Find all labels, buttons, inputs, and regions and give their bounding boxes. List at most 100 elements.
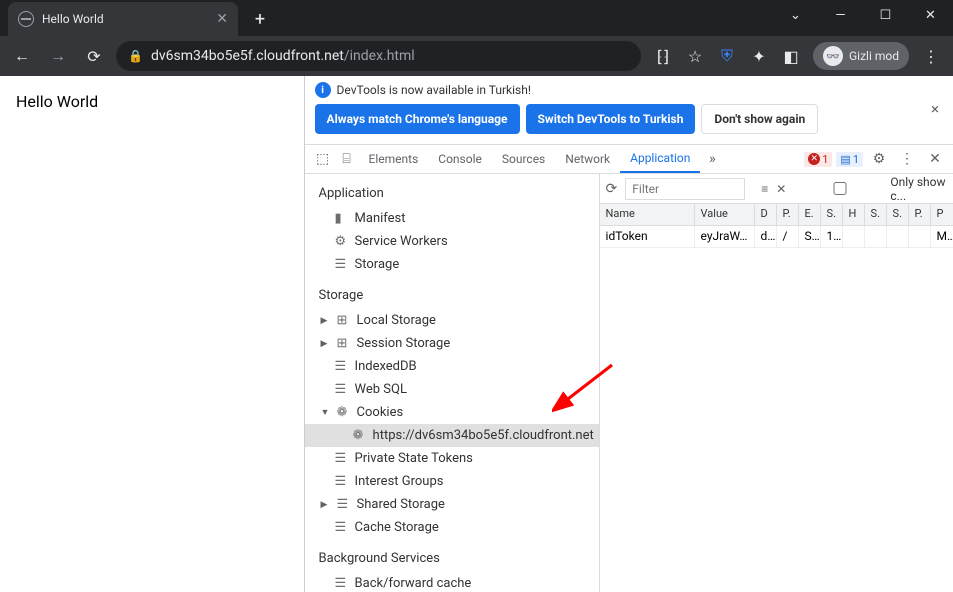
profile-label: Gizli mod [849, 49, 899, 63]
sidebar-storage[interactable]: ☰Storage [305, 253, 599, 276]
db-icon: ☰ [335, 520, 349, 535]
sidebar-cookie-origin[interactable]: ❁https://dv6sm34bo5e5f.cloudfront.net [305, 424, 599, 447]
page-content: Hello World [0, 76, 305, 592]
tab-title: Hello World [42, 12, 104, 26]
more-tabs-icon[interactable]: » [700, 151, 724, 167]
td-p2 [909, 226, 931, 247]
bookmark-icon[interactable]: ☆ [685, 46, 705, 66]
sidebar-back-forward[interactable]: ☰Back/forward cache [305, 572, 599, 592]
th-value[interactable]: Value [695, 204, 755, 225]
close-icon[interactable]: ✕ [908, 0, 953, 33]
section-bg-services: Background Services [305, 539, 599, 572]
arrow-icon: ▶ [321, 339, 331, 349]
kebab-icon[interactable]: ⋮ [895, 151, 919, 167]
cookies-panel: ⟳ ≡ ✕ Only show c... Name Value D P. E. … [600, 174, 953, 592]
always-match-button[interactable]: Always match Chrome's language [315, 104, 520, 134]
globe-icon [18, 11, 34, 27]
only-show-label: Only show c... [890, 175, 947, 203]
th-s3[interactable]: S. [887, 204, 909, 225]
error-badge[interactable]: ✕1 [804, 152, 832, 167]
dont-show-button[interactable]: Don't show again [701, 104, 818, 134]
shield-icon[interactable]: ⛨ [717, 46, 737, 66]
td-h [843, 226, 865, 247]
filter-icon[interactable]: ≡ [761, 182, 768, 196]
db-icon: ☰ [335, 382, 349, 397]
close-tab-icon[interactable]: ✕ [216, 11, 228, 27]
sidebar-private-state[interactable]: ☰Private State Tokens [305, 447, 599, 470]
section-application: Application [305, 174, 599, 207]
tab-network[interactable]: Network [555, 145, 620, 173]
lock-icon: 🔒 [128, 49, 143, 63]
tab-sources[interactable]: Sources [492, 145, 555, 173]
storage-icon: ⊞ [337, 313, 351, 328]
th-s[interactable]: S. [821, 204, 843, 225]
chevron-down-icon[interactable]: ⌄ [773, 0, 818, 33]
forward-button[interactable]: → [44, 42, 72, 70]
inspect-icon[interactable]: ⬚ [311, 151, 335, 167]
th-d[interactable]: D [755, 204, 777, 225]
new-tab-button[interactable]: + [246, 5, 274, 33]
section-storage: Storage [305, 276, 599, 309]
switch-devtools-button[interactable]: Switch DevTools to Turkish [526, 104, 696, 134]
translate-icon[interactable]: ⁅⁆ [653, 46, 673, 66]
th-name[interactable]: Name [600, 204, 695, 225]
refresh-icon[interactable]: ⟳ [606, 181, 618, 197]
address-bar[interactable]: 🔒 dv6sm34bo5e5f.cloudfront.net/index.htm… [116, 41, 641, 71]
browser-tab[interactable]: Hello World ✕ [8, 2, 238, 36]
th-p[interactable]: P. [777, 204, 799, 225]
message-badge[interactable]: ▤1 [836, 152, 863, 167]
sidebar-cookies[interactable]: ▼❁Cookies [305, 401, 599, 424]
banner-text: DevTools is now available in Turkish! [337, 83, 531, 97]
incognito-icon: 👓 [823, 46, 843, 66]
db-icon: ☰ [335, 359, 349, 374]
sidebar-indexeddb[interactable]: ☰IndexedDB [305, 355, 599, 378]
storage-icon: ⊞ [337, 336, 351, 351]
extensions-icon[interactable]: ✦ [749, 46, 769, 66]
side-panel-icon[interactable]: ◧ [781, 46, 801, 66]
th-s2[interactable]: S. [865, 204, 887, 225]
banner-close-icon[interactable]: × [931, 100, 939, 118]
arrow-icon: ▶ [321, 500, 331, 510]
db-icon: ☰ [337, 497, 351, 512]
window-controls: ⌄ — ☐ ✕ [773, 0, 953, 33]
only-show-checkbox[interactable] [794, 182, 886, 195]
clear-icon[interactable]: ✕ [776, 182, 786, 196]
gear-icon: ⚙ [335, 234, 349, 249]
tab-elements[interactable]: Elements [359, 145, 429, 173]
td-s3 [887, 226, 909, 247]
td-p3: M. [931, 226, 953, 247]
reload-button[interactable]: ⟳ [80, 42, 108, 70]
sidebar-websql[interactable]: ☰Web SQL [305, 378, 599, 401]
sidebar-shared-storage[interactable]: ▶☰Shared Storage [305, 493, 599, 516]
storage-icon: ☰ [335, 257, 349, 272]
table-row[interactable]: idToken eyJraW... d. / S... 1. M. [600, 226, 953, 248]
sidebar-local-storage[interactable]: ▶⊞Local Storage [305, 309, 599, 332]
gear-icon[interactable]: ⚙ [867, 151, 891, 167]
sidebar-service-workers[interactable]: ⚙Service Workers [305, 230, 599, 253]
back-button[interactable]: ← [8, 42, 36, 70]
devtools-close-icon[interactable]: ✕ [923, 151, 947, 167]
th-h[interactable]: H [843, 204, 865, 225]
devtools-tabbar: ⬚ ⌸ Elements Console Sources Network App… [305, 144, 953, 174]
th-p3[interactable]: P [931, 204, 953, 225]
sidebar-interest-groups[interactable]: ☰Interest Groups [305, 470, 599, 493]
info-icon: i [315, 82, 331, 98]
device-toggle-icon[interactable]: ⌸ [335, 151, 359, 167]
profile-chip[interactable]: 👓 Gizli mod [813, 42, 909, 70]
sidebar-manifest[interactable]: ▮Manifest [305, 207, 599, 230]
tab-application[interactable]: Application [620, 145, 700, 173]
maximize-icon[interactable]: ☐ [863, 0, 908, 33]
filter-input[interactable] [625, 178, 745, 200]
td-value: eyJraW... [695, 226, 755, 247]
th-e[interactable]: E. [799, 204, 821, 225]
menu-icon[interactable]: ⋮ [921, 46, 941, 66]
db-icon: ☰ [335, 576, 349, 591]
cookie-icon: ❁ [337, 405, 351, 420]
th-p2[interactable]: P. [909, 204, 931, 225]
sidebar-cache-storage[interactable]: ☰Cache Storage [305, 516, 599, 539]
minimize-icon[interactable]: — [818, 0, 863, 33]
page-text: Hello World [16, 92, 98, 111]
sidebar-session-storage[interactable]: ▶⊞Session Storage [305, 332, 599, 355]
application-sidebar: Application ▮Manifest ⚙Service Workers ☰… [305, 174, 600, 592]
tab-console[interactable]: Console [428, 145, 492, 173]
